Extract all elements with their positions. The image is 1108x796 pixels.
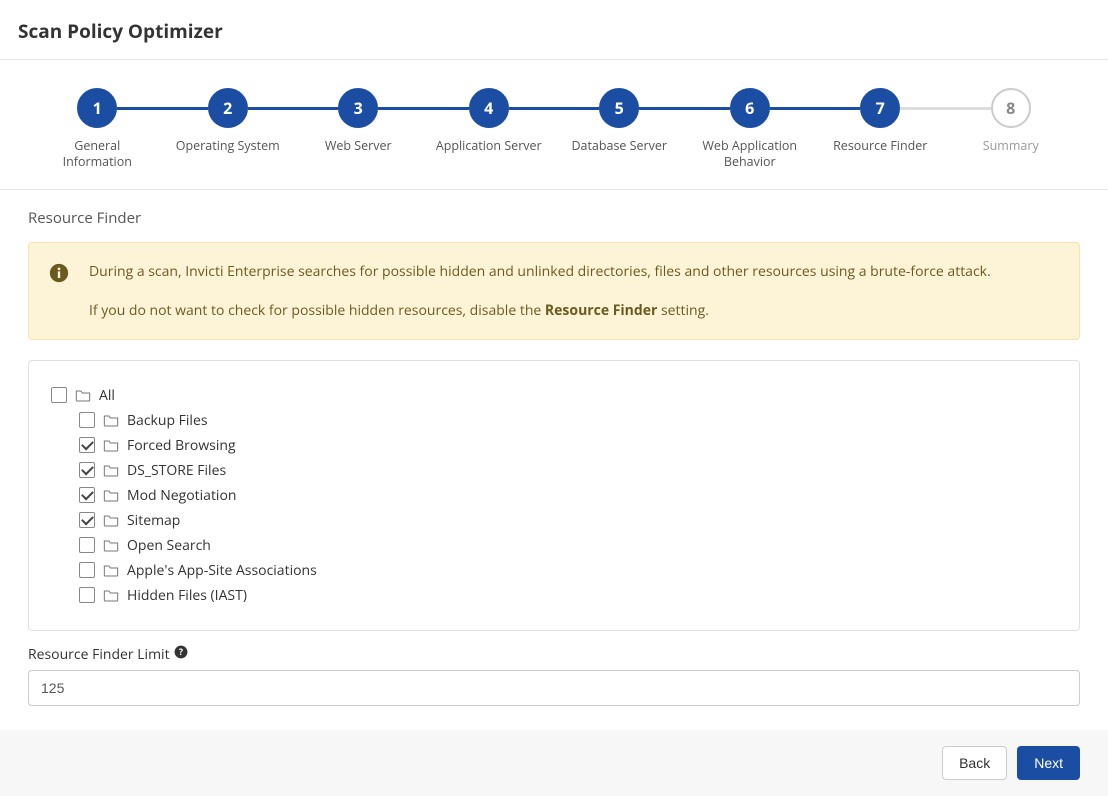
svg-text:?: ? xyxy=(178,645,182,657)
checkbox-all[interactable] xyxy=(51,387,67,403)
limit-input[interactable] xyxy=(28,670,1080,706)
step-6[interactable]: 6 Web Application Behavior xyxy=(685,88,816,171)
checkbox[interactable] xyxy=(79,487,95,503)
step-number: 5 xyxy=(599,88,639,128)
tree-node[interactable]: Open Search xyxy=(79,533,1057,558)
step-label: Operating System xyxy=(176,138,280,154)
step-connector xyxy=(900,107,991,110)
step-label: General Information xyxy=(42,138,152,171)
main-content: Resource Finder During a scan, Invicti E… xyxy=(0,190,1108,730)
folder-icon xyxy=(103,538,119,552)
back-button[interactable]: Back xyxy=(942,746,1007,780)
step-number: 2 xyxy=(208,88,248,128)
tree-node[interactable]: DS_STORE Files xyxy=(79,458,1057,483)
checkbox[interactable] xyxy=(79,587,95,603)
step-8[interactable]: 8 Summary xyxy=(946,88,1077,154)
limit-label-row: Resource Finder Limit ? xyxy=(28,645,1080,664)
checkbox[interactable] xyxy=(79,437,95,453)
step-connector xyxy=(117,107,208,110)
checkbox[interactable] xyxy=(79,562,95,578)
wizard-stepper: 1 General Information 2 Operating System 3 We… xyxy=(0,60,1108,190)
folder-icon xyxy=(75,388,91,402)
folder-icon xyxy=(103,438,119,452)
tree-label-all: All xyxy=(99,386,115,405)
info-text: During a scan, Invicti Enterprise search… xyxy=(89,261,991,321)
tree-label: Open Search xyxy=(127,536,211,555)
tree-label: Sitemap xyxy=(127,511,180,530)
folder-icon xyxy=(103,463,119,477)
info-icon xyxy=(49,261,69,321)
tree-node[interactable]: Backup Files xyxy=(79,408,1057,433)
info-line-1: During a scan, Invicti Enterprise search… xyxy=(89,261,991,282)
step-number: 3 xyxy=(338,88,378,128)
page-header: Scan Policy Optimizer xyxy=(0,0,1108,60)
resource-tree: All Backup Files Forced Browsing DS_STORE … xyxy=(28,360,1080,631)
step-number: 8 xyxy=(991,88,1031,128)
tree-node[interactable]: Forced Browsing xyxy=(79,433,1057,458)
section-title: Resource Finder xyxy=(28,208,1080,228)
tree-node[interactable]: Apple's App-Site Associations xyxy=(79,558,1057,583)
step-connector xyxy=(509,107,600,110)
step-label: Application Server xyxy=(436,138,542,154)
tree-label: Forced Browsing xyxy=(127,436,236,455)
folder-icon xyxy=(103,488,119,502)
checkbox[interactable] xyxy=(79,537,95,553)
tree-node[interactable]: Hidden Files (IAST) xyxy=(79,583,1057,608)
tree-label: Apple's App-Site Associations xyxy=(127,561,317,580)
info-box: During a scan, Invicti Enterprise search… xyxy=(28,242,1080,340)
step-label: Web Application Behavior xyxy=(695,138,805,171)
step-connector xyxy=(248,107,339,110)
checkbox[interactable] xyxy=(79,512,95,528)
step-1[interactable]: 1 General Information xyxy=(32,88,163,171)
step-label: Database Server xyxy=(571,138,667,154)
checkbox[interactable] xyxy=(79,462,95,478)
wizard-footer: Back Next xyxy=(0,730,1108,796)
folder-icon xyxy=(103,588,119,602)
step-number: 6 xyxy=(730,88,770,128)
step-connector xyxy=(378,107,469,110)
step-7[interactable]: 7 Resource Finder xyxy=(815,88,946,154)
folder-icon xyxy=(103,513,119,527)
step-4[interactable]: 4 Application Server xyxy=(424,88,555,154)
step-5[interactable]: 5 Database Server xyxy=(554,88,685,154)
step-number: 1 xyxy=(77,88,117,128)
next-button[interactable]: Next xyxy=(1017,746,1080,780)
tree-label: Backup Files xyxy=(127,411,208,430)
checkbox[interactable] xyxy=(79,412,95,428)
step-connector xyxy=(639,107,730,110)
page-title: Scan Policy Optimizer xyxy=(18,18,1090,44)
tree-node[interactable]: Sitemap xyxy=(79,508,1057,533)
folder-icon xyxy=(103,413,119,427)
step-number: 7 xyxy=(860,88,900,128)
tree-label: Hidden Files (IAST) xyxy=(127,586,247,605)
folder-icon xyxy=(103,563,119,577)
info-line-2: If you do not want to check for possible… xyxy=(89,300,991,321)
tree-node-all[interactable]: All xyxy=(51,383,1057,408)
tree-label: Mod Negotiation xyxy=(127,486,236,505)
help-icon[interactable]: ? xyxy=(174,645,188,664)
step-number: 4 xyxy=(469,88,509,128)
step-connector xyxy=(770,107,861,110)
tree-node[interactable]: Mod Negotiation xyxy=(79,483,1057,508)
tree-label: DS_STORE Files xyxy=(127,461,226,480)
step-2[interactable]: 2 Operating System xyxy=(163,88,294,154)
step-3[interactable]: 3 Web Server xyxy=(293,88,424,154)
step-label: Resource Finder xyxy=(833,138,927,154)
step-label: Web Server xyxy=(325,138,392,154)
limit-label: Resource Finder Limit xyxy=(28,645,170,664)
step-label: Summary xyxy=(983,138,1039,154)
